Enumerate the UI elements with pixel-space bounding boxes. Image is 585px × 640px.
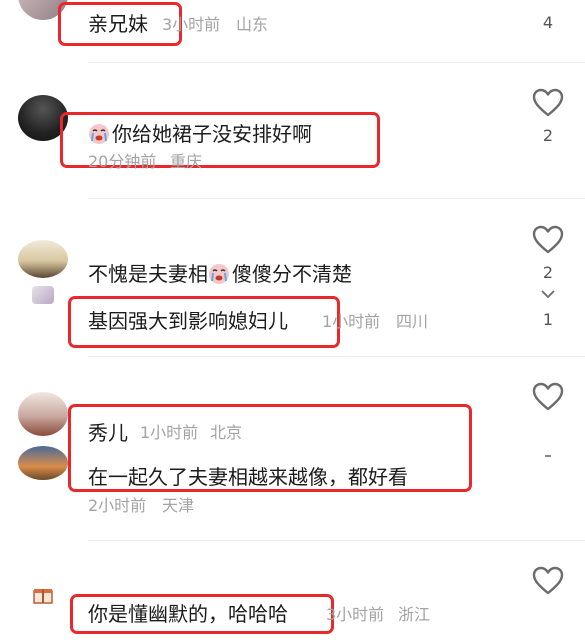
reply-time: 2小时前 (88, 496, 147, 515)
reply-time: 1小时前 (322, 312, 381, 331)
divider (88, 62, 585, 63)
like-count: 2 (542, 263, 554, 282)
reply-text: 在一起久了夫妻相越来越像，都好看 (88, 465, 408, 489)
heart-icon[interactable] (532, 88, 564, 118)
reply-location: 天津 (162, 496, 195, 515)
like-count: 4 (542, 13, 554, 32)
comment-time: 20分钟前 (88, 152, 157, 171)
comment-text: 亲兄妹 (88, 12, 148, 36)
heart-icon[interactable] (532, 566, 564, 596)
divider (88, 540, 585, 541)
heart-icon[interactable] (532, 225, 564, 255)
gift-icon (33, 589, 53, 604)
divider (88, 198, 585, 199)
reply-text: 基因强大到影响媳妇儿 (88, 309, 288, 333)
comment-time: 3小时前 (162, 15, 221, 34)
comment-text: 不愧是夫妻相 (88, 262, 208, 286)
comment-text: 你是懂幽默的，哈哈哈 (88, 602, 288, 626)
avatar[interactable] (18, 240, 68, 278)
comment-text-2: 傻傻分不清楚 (232, 262, 352, 286)
collapse-dash (545, 455, 551, 457)
reply-location: 四川 (396, 312, 429, 331)
avatar[interactable] (18, 392, 68, 436)
like-count: 2 (542, 126, 554, 145)
reply-like-count: 1 (542, 310, 554, 329)
chevron-down-icon[interactable] (541, 290, 555, 298)
reply-avatar[interactable] (32, 286, 54, 304)
comment-location: 山东 (236, 15, 269, 34)
comment-location: 浙江 (398, 605, 431, 624)
commenter-name[interactable]: 秀儿 (88, 421, 128, 445)
comment-time: 1小时前 (140, 423, 199, 442)
crying-emoji-icon (209, 264, 229, 284)
comment-text-line: 不愧是夫妻相 傻傻分不清楚 (88, 262, 352, 286)
divider (88, 356, 585, 357)
comment-location: 重庆 (170, 152, 203, 171)
comment-time: 3小时前 (326, 605, 385, 624)
heart-icon[interactable] (532, 382, 564, 412)
comment-location: 北京 (210, 423, 243, 442)
reply-avatar[interactable] (18, 446, 68, 480)
